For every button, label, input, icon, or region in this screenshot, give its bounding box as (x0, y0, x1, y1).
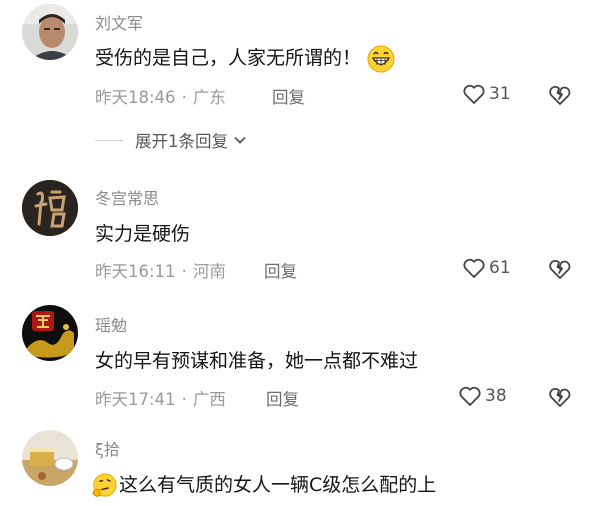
reply-button[interactable]: 回复 (272, 84, 305, 108)
comment-meta: 昨天16:11 · 河南 (95, 258, 226, 282)
avatar[interactable] (22, 4, 78, 60)
like-button[interactable]: 61 (462, 257, 511, 279)
comment-meta: 昨天18:46 · 广东 (95, 84, 226, 108)
comment-text: 受伤的是自己，人家无所谓的！ (95, 43, 395, 73)
separator: · (181, 262, 187, 281)
comment-text-content: 受伤的是自己，人家无所谓的！ (95, 47, 362, 69)
comment-time: 昨天16:11 (95, 262, 176, 281)
heart-icon (463, 84, 485, 104)
like-count: 61 (489, 258, 511, 278)
comment-item: 冬宫常思 实力是硬伤 昨天16:11 · 河南 回复 61 (0, 180, 600, 305)
expand-replies-button[interactable]: 展开1条回复 (95, 128, 248, 152)
comment-time: 昨天18:46 (95, 88, 176, 107)
thinking-emoji-icon (92, 472, 117, 497)
username[interactable]: 冬宫常思 (95, 185, 159, 209)
broken-heart-icon[interactable] (548, 83, 572, 107)
comment-text-content: 这么有气质的女人一辆C级怎么配的上 (119, 474, 437, 496)
avatar[interactable] (22, 430, 78, 486)
like-button[interactable]: 31 (462, 83, 511, 105)
separator: · (181, 88, 187, 107)
comment-text: 这么有气质的女人一辆C级怎么配的上 (91, 470, 436, 499)
divider (95, 139, 123, 141)
expand-replies-label: 展开1条回复 (135, 132, 228, 151)
comment-location: 河南 (192, 262, 226, 281)
heart-icon (459, 386, 481, 406)
comment-item: 刘文军 受伤的是自己，人家无所谓的！ 昨天18:46 · 广东 回复 31 展开1条… (0, 0, 600, 180)
avatar[interactable] (22, 180, 78, 236)
comment-time: 昨天17:41 (95, 390, 176, 409)
comment-location: 广东 (192, 88, 226, 107)
heart-icon (463, 258, 485, 278)
like-button[interactable]: 38 (458, 385, 507, 407)
avatar[interactable] (22, 305, 78, 361)
comment-meta: 昨天17:41 · 广西 (95, 386, 226, 410)
broken-heart-icon[interactable] (548, 385, 572, 409)
comment-text: 女的早有预谋和准备，她一点都不难过 (95, 350, 419, 372)
reply-button[interactable]: 回复 (264, 258, 297, 282)
username[interactable]: 刘文军 (95, 10, 143, 34)
comment-text: 实力是硬伤 (95, 223, 191, 245)
like-count: 31 (489, 84, 511, 104)
chevron-down-icon (234, 136, 246, 144)
separator: · (181, 390, 187, 409)
username[interactable]: ξ拾 (95, 436, 120, 460)
broken-heart-icon[interactable] (548, 257, 572, 281)
username[interactable]: 瑶勉 (95, 312, 127, 336)
comment-item: ξ拾 这么有气质的女人一辆C级怎么配的上 (0, 430, 600, 506)
comment-location: 广西 (192, 390, 226, 409)
reply-button[interactable]: 回复 (266, 386, 299, 410)
like-count: 38 (485, 386, 507, 406)
grin-emoji-icon (367, 45, 395, 72)
comment-item: 瑶勉 女的早有预谋和准备，她一点都不难过 昨天17:41 · 广西 回复 38 (0, 305, 600, 430)
